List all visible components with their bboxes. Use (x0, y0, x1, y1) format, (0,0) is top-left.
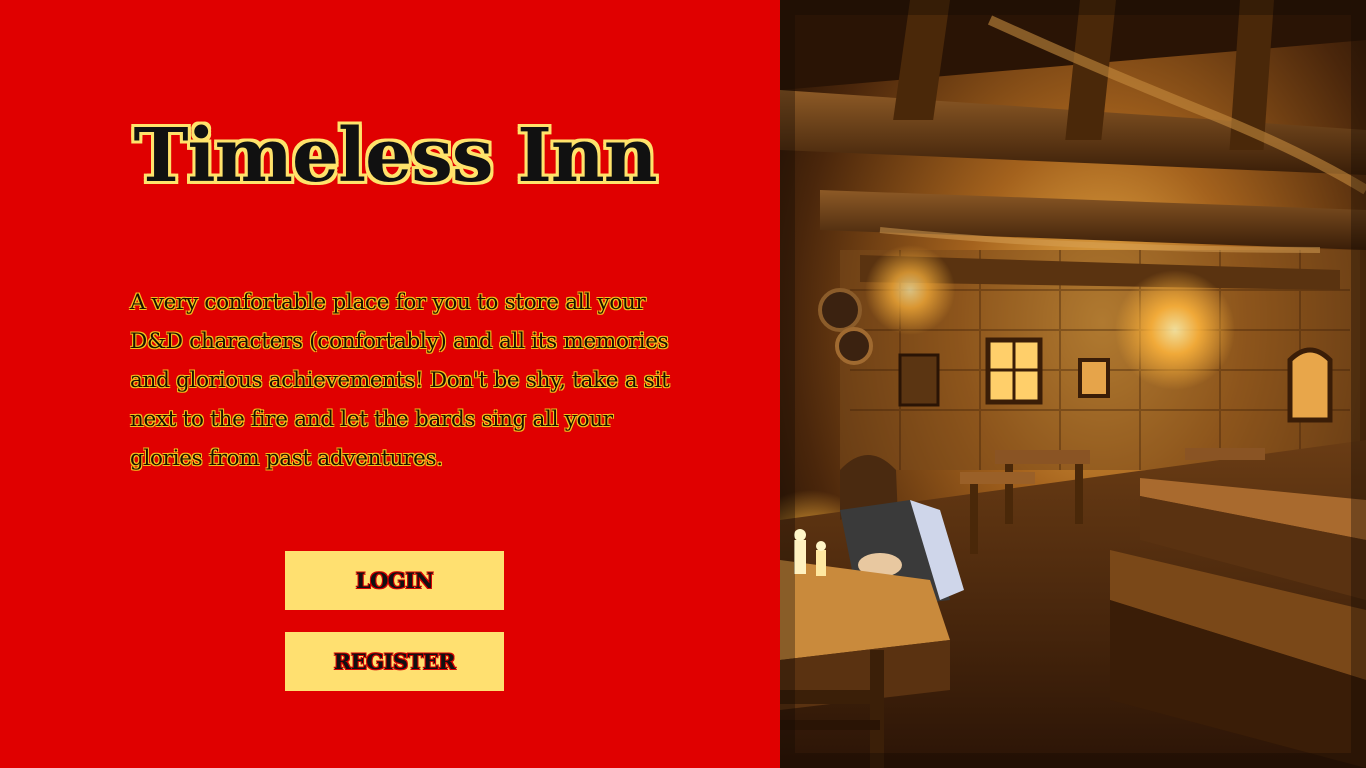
page-title: Timeless Inn (133, 113, 657, 199)
hero-panel: Timeless Inn A very confortable place fo… (0, 0, 780, 768)
login-button[interactable]: LOGIN (285, 551, 504, 610)
hero-description: A very confortable place for you to stor… (130, 290, 670, 471)
register-button[interactable]: REGISTER (285, 632, 504, 691)
tavern-interior-image (780, 0, 1366, 768)
tavern-illustration (780, 0, 1366, 768)
